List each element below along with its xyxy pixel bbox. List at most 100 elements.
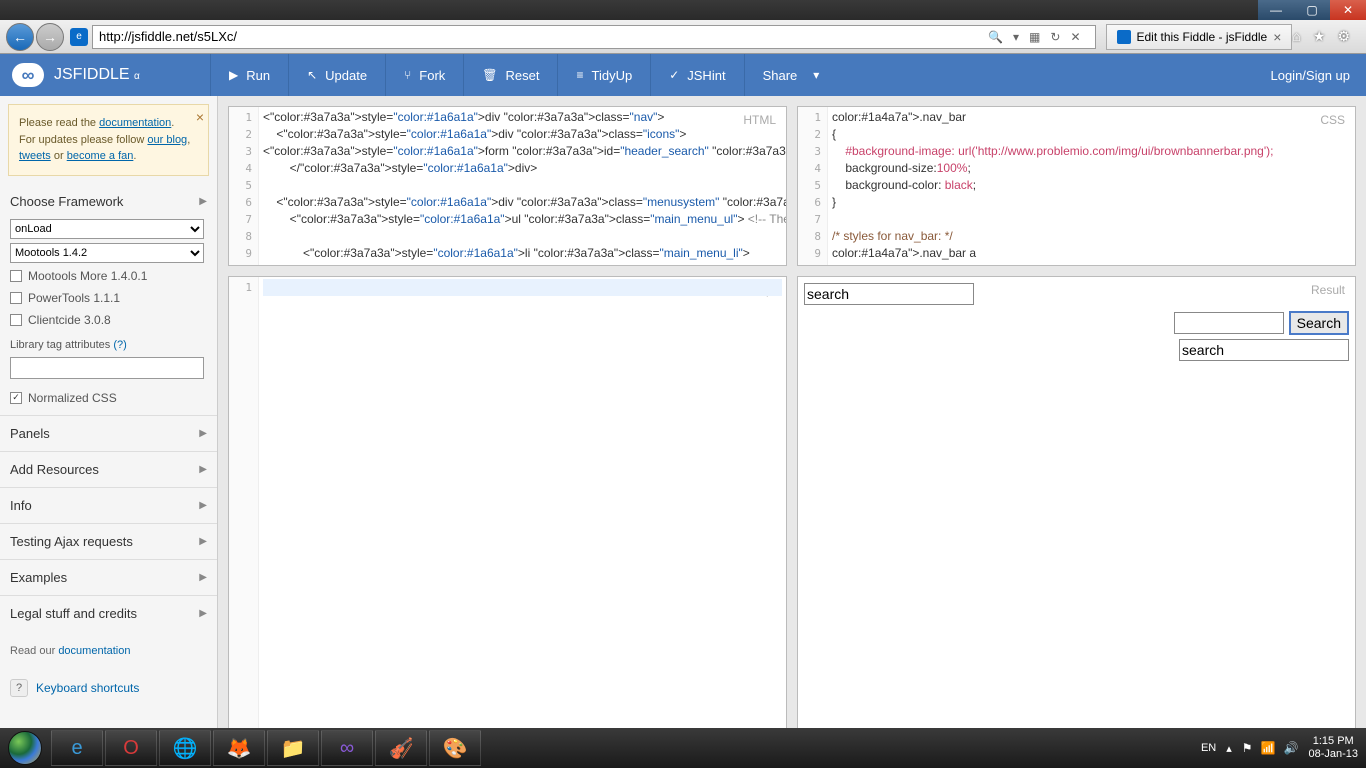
- main-area: × Please read the documentation. For upd…: [0, 96, 1366, 768]
- clientcide-checkbox[interactable]: [10, 314, 22, 326]
- tray-arrow-icon[interactable]: ▴: [1226, 742, 1232, 755]
- javascript-pane[interactable]: JavaScript 1: [228, 276, 787, 758]
- checkbox-label: Normalized CSS: [28, 391, 117, 405]
- search-icon[interactable]: 🔍: [988, 30, 1003, 44]
- css-pane[interactable]: CSS 123456789 color:#1a4a7a">.nav_bar{ #…: [797, 106, 1356, 266]
- chevron-down-icon: ▾: [813, 68, 819, 82]
- refresh-icon[interactable]: ↻: [1050, 30, 1060, 44]
- legal-section[interactable]: Legal stuff and credits▶: [0, 595, 217, 631]
- flag-icon[interactable]: ⚑: [1242, 741, 1253, 755]
- stop-icon[interactable]: ✕: [1070, 30, 1080, 44]
- library-attr-input[interactable]: [10, 357, 204, 379]
- result-search-button[interactable]: Search: [1289, 311, 1349, 335]
- browser-navbar: ← → e http://jsfiddle.net/s5LXc/ 🔍 ▾ ▦ ↻…: [0, 20, 1366, 54]
- jsfiddle-logo-icon[interactable]: [12, 63, 44, 87]
- minimize-button[interactable]: —: [1258, 0, 1294, 20]
- run-button[interactable]: ▶Run: [210, 54, 288, 96]
- result-search-input-2[interactable]: [1174, 312, 1284, 334]
- mootools-more-checkbox[interactable]: [10, 270, 22, 282]
- chevron-icon: ▶: [199, 196, 207, 207]
- css-code[interactable]: color:#1a4a7a">.nav_bar{ #background-ima…: [832, 109, 1351, 262]
- app-taskbar-icon[interactable]: 🎻: [375, 730, 427, 766]
- panels-section[interactable]: Panels▶: [0, 415, 217, 451]
- language-indicator[interactable]: EN: [1201, 742, 1216, 754]
- result-search-input-1[interactable]: [804, 283, 974, 305]
- page-favicon: e: [70, 28, 88, 46]
- keyboard-shortcuts-link[interactable]: Keyboard shortcuts: [36, 681, 139, 695]
- dropdown-icon[interactable]: ▾: [1013, 30, 1019, 44]
- app-title: JSFIDDLE α: [54, 66, 140, 84]
- jshint-button[interactable]: ✓JSHint: [650, 54, 743, 96]
- opera-taskbar-icon[interactable]: O: [105, 730, 157, 766]
- favorites-icon[interactable]: ★: [1313, 28, 1326, 45]
- maximize-button[interactable]: ▢: [1294, 0, 1330, 20]
- share-button[interactable]: Share▾: [744, 54, 838, 96]
- library-attr-label: Library tag attributes (?): [0, 331, 217, 355]
- info-section[interactable]: Info▶: [0, 487, 217, 523]
- keyboard-shortcuts-row: ? Keyboard shortcuts: [0, 671, 217, 705]
- sidebar: × Please read the documentation. For upd…: [0, 96, 218, 768]
- line-gutter: 1: [229, 277, 259, 757]
- add-resources-section[interactable]: Add Resources▶: [0, 451, 217, 487]
- fork-icon: ⑂: [404, 68, 411, 82]
- windows-orb-icon: [8, 731, 42, 765]
- compat-icon[interactable]: ▦: [1029, 30, 1040, 44]
- forward-button[interactable]: →: [36, 23, 64, 51]
- normalized-css-checkbox[interactable]: ✓: [10, 392, 22, 404]
- tidyup-button[interactable]: ≡TidyUp: [557, 54, 650, 96]
- tab-favicon: [1117, 30, 1131, 44]
- html-pane[interactable]: HTML 123456789 <"color:#3a7a3a">style="c…: [228, 106, 787, 266]
- notice-close-icon[interactable]: ×: [196, 107, 204, 128]
- doc-link-2[interactable]: documentation: [58, 645, 130, 657]
- update-icon: ↖: [307, 68, 317, 82]
- reset-button[interactable]: 🗑Reset: [463, 54, 557, 96]
- close-button[interactable]: ✕: [1330, 0, 1366, 20]
- framework-select[interactable]: Mootools 1.4.2: [10, 243, 204, 263]
- system-tray: EN ▴ ⚑ 📶 🔊 1:15 PM 08-Jan-13: [1201, 735, 1366, 761]
- tools-icon[interactable]: ⚙: [1337, 28, 1350, 45]
- window-titlebar: — ▢ ✕: [0, 0, 1366, 20]
- html-code[interactable]: <"color:#3a7a3a">style="color:#1a6a1a">d…: [263, 109, 782, 262]
- fan-link[interactable]: become a fan: [67, 150, 134, 162]
- firefox-taskbar-icon[interactable]: 🦊: [213, 730, 265, 766]
- examples-section[interactable]: Examples▶: [0, 559, 217, 595]
- update-button[interactable]: ↖Update: [288, 54, 385, 96]
- vs-taskbar-icon[interactable]: ∞: [321, 730, 373, 766]
- browser-tab[interactable]: Edit this Fiddle - jsFiddle ×: [1106, 24, 1293, 50]
- paint-taskbar-icon[interactable]: 🎨: [429, 730, 481, 766]
- clock[interactable]: 1:15 PM 08-Jan-13: [1308, 735, 1358, 761]
- trash-icon: 🗑: [482, 68, 497, 82]
- fork-button[interactable]: ⑂Fork: [385, 54, 463, 96]
- result-search-input-3[interactable]: [1179, 339, 1349, 361]
- blog-link[interactable]: our blog: [147, 134, 187, 146]
- play-icon: ▶: [229, 68, 238, 82]
- login-link[interactable]: Login/Sign up: [1254, 68, 1366, 83]
- network-icon[interactable]: 📶: [1261, 741, 1276, 755]
- powertools-checkbox[interactable]: [10, 292, 22, 304]
- tab-close-icon[interactable]: ×: [1273, 29, 1281, 45]
- result-pane-label: Result: [1307, 281, 1349, 299]
- home-icon[interactable]: ⌂: [1292, 28, 1300, 45]
- chrome-taskbar-icon[interactable]: 🌐: [159, 730, 211, 766]
- tidy-icon: ≡: [576, 68, 583, 82]
- back-button[interactable]: ←: [6, 23, 34, 51]
- result-pane: Result Search: [797, 276, 1356, 758]
- explorer-taskbar-icon[interactable]: 📁: [267, 730, 319, 766]
- windows-taskbar: e O 🌐 🦊 📁 ∞ 🎻 🎨 EN ▴ ⚑ 📶 🔊 1:15 PM 08-Ja…: [0, 728, 1366, 768]
- help-link[interactable]: (?): [113, 339, 126, 351]
- ajax-section[interactable]: Testing Ajax requests▶: [0, 523, 217, 559]
- checkbox-label: PowerTools 1.1.1: [28, 291, 120, 305]
- line-gutter: 123456789: [798, 107, 828, 265]
- help-icon[interactable]: ?: [10, 679, 28, 697]
- choose-framework-header[interactable]: Choose Framework▶: [0, 184, 217, 217]
- checkbox-label: Mootools More 1.4.0.1: [28, 269, 147, 283]
- start-button[interactable]: [0, 728, 50, 768]
- volume-icon[interactable]: 🔊: [1284, 741, 1299, 755]
- tweets-link[interactable]: tweets: [19, 150, 51, 162]
- onload-select[interactable]: onLoad: [10, 219, 204, 239]
- address-bar[interactable]: http://jsfiddle.net/s5LXc/ 🔍 ▾ ▦ ↻ ✕: [92, 25, 1096, 49]
- doc-link[interactable]: documentation: [99, 117, 171, 129]
- read-documentation: Read our documentation: [0, 631, 217, 671]
- app-header: JSFIDDLE α ▶Run ↖Update ⑂Fork 🗑Reset ≡Ti…: [0, 54, 1366, 96]
- ie-taskbar-icon[interactable]: e: [51, 730, 103, 766]
